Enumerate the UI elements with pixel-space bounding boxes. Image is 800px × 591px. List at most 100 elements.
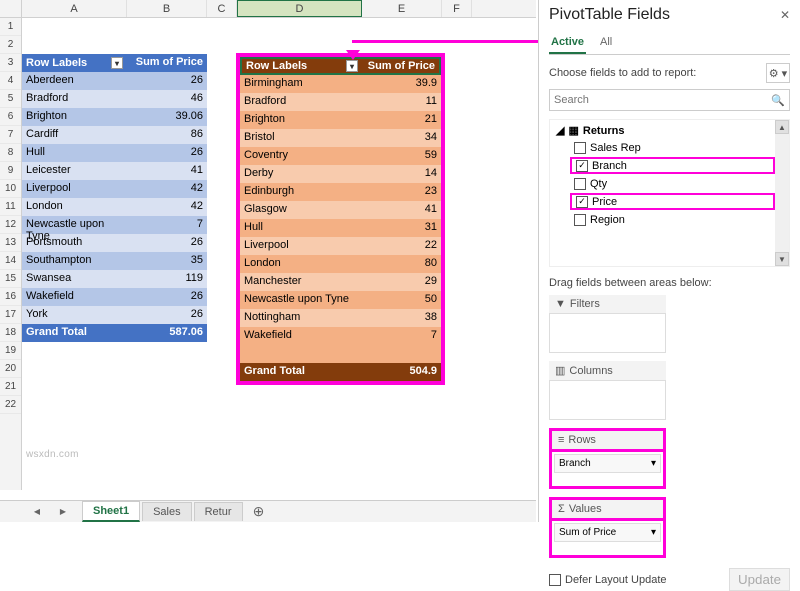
row-header[interactable]: 2 (0, 36, 21, 54)
field-item[interactable]: Region (552, 211, 787, 228)
table-row[interactable]: Liverpool42 (22, 180, 207, 198)
filter-dropdown-icon[interactable]: ▾ (111, 57, 123, 69)
tab-nav-prev-icon[interactable]: ◀ (30, 505, 44, 519)
tab-nav-next-icon[interactable]: ▶ (56, 505, 70, 519)
row-header[interactable]: 21 (0, 378, 21, 396)
col-header-b[interactable]: B (127, 0, 207, 17)
table-row[interactable]: Bradford11 (240, 93, 441, 111)
table-row[interactable]: Newcastle upon Tyne50 (240, 291, 441, 309)
row-header[interactable]: 17 (0, 306, 21, 324)
field-item[interactable]: Sales Rep (552, 139, 787, 156)
table-row[interactable]: Derby14 (240, 165, 441, 183)
row-header[interactable]: 10 (0, 180, 21, 198)
table-row[interactable]: York26 (22, 306, 207, 324)
table-row[interactable]: Nottingham38 (240, 309, 441, 327)
col-header-d[interactable]: D (237, 0, 362, 17)
defer-update-checkbox[interactable]: Defer Layout Update (549, 574, 667, 586)
table-row[interactable]: Liverpool22 (240, 237, 441, 255)
col-header-e[interactable]: E (362, 0, 442, 17)
col-header-a[interactable]: A (22, 0, 127, 17)
table-row[interactable]: Newcastle upon Tyne7 (22, 216, 207, 234)
sheet-tab-returns[interactable]: Retur (194, 502, 243, 521)
area-filters[interactable]: ▼Filters (549, 295, 666, 353)
area-values[interactable]: ΣValues Sum of Price▾ (549, 497, 666, 558)
field-item[interactable]: Price (570, 193, 775, 210)
table-row[interactable]: Bradford46 (22, 90, 207, 108)
row-header[interactable]: 16 (0, 288, 21, 306)
table-row[interactable]: Hull26 (22, 144, 207, 162)
table-row[interactable]: Cardiff86 (22, 126, 207, 144)
row-header[interactable]: 14 (0, 252, 21, 270)
table-row[interactable]: Hull31 (240, 219, 441, 237)
row-header[interactable]: 11 (0, 198, 21, 216)
area-rows[interactable]: ≡Rows Branch▾ (549, 428, 666, 489)
tab-all[interactable]: All (598, 32, 614, 54)
search-icon[interactable]: 🔍 (767, 90, 789, 110)
cells-canvas[interactable]: Row Labels▾ Sum of Price Aberdeen26Bradf… (22, 18, 536, 490)
search-input[interactable] (550, 90, 767, 110)
table-row[interactable]: Wakefield7 (240, 327, 441, 345)
close-icon[interactable]: ✕ (780, 8, 790, 22)
area-columns[interactable]: ▥Columns (549, 361, 666, 420)
search-field[interactable]: 🔍 (549, 89, 790, 111)
table-row[interactable]: Manchester29 (240, 273, 441, 291)
row-header[interactable]: 8 (0, 144, 21, 162)
table-row[interactable]: Leicester41 (22, 162, 207, 180)
row-header[interactable]: 9 (0, 162, 21, 180)
col-header-f[interactable]: F (442, 0, 472, 17)
table-row[interactable]: Edinburgh23 (240, 183, 441, 201)
filter-dropdown-icon[interactable]: ▾ (346, 60, 358, 72)
collapse-icon[interactable]: ◢ (556, 124, 564, 137)
row-header[interactable]: 18 (0, 324, 21, 342)
table-row[interactable]: Glasgow41 (240, 201, 441, 219)
table-row[interactable]: Brighton21 (240, 111, 441, 129)
table-row[interactable]: London42 (22, 198, 207, 216)
chevron-down-icon[interactable]: ▾ (651, 458, 656, 469)
checkbox[interactable] (574, 214, 586, 226)
select-all-corner[interactable] (0, 0, 22, 17)
table-row[interactable]: Bristol34 (240, 129, 441, 147)
table-row[interactable]: London80 (240, 255, 441, 273)
scroll-down-icon[interactable]: ▼ (775, 252, 789, 266)
table-row[interactable]: Portsmouth26 (22, 234, 207, 252)
row-header[interactable]: 1 (0, 18, 21, 36)
checkbox[interactable] (574, 142, 586, 154)
scroll-up-icon[interactable]: ▲ (775, 120, 789, 134)
row-header[interactable]: 13 (0, 234, 21, 252)
table-row[interactable]: Birmingham39.9 (240, 75, 441, 93)
add-sheet-icon[interactable]: ⊕ (249, 504, 269, 520)
row-header[interactable]: 3 (0, 54, 21, 72)
checkbox[interactable] (574, 178, 586, 190)
field-item[interactable]: Branch (570, 157, 775, 174)
table-row[interactable]: Wakefield26 (22, 288, 207, 306)
row-header[interactable]: 20 (0, 360, 21, 378)
row-header[interactable]: 5 (0, 90, 21, 108)
sheet-tab-active[interactable]: Sheet1 (82, 501, 140, 522)
table-row[interactable]: Coventry59 (240, 147, 441, 165)
values-item-sumprice[interactable]: Sum of Price▾ (554, 523, 661, 542)
row-header[interactable]: 4 (0, 72, 21, 90)
table-row[interactable]: Brighton39.06 (22, 108, 207, 126)
sheet-tab-sales[interactable]: Sales (142, 502, 192, 521)
table-row[interactable]: Swansea119 (22, 270, 207, 288)
tab-active[interactable]: Active (549, 32, 586, 54)
row-header[interactable]: 7 (0, 126, 21, 144)
field-item[interactable]: Qty (552, 175, 787, 192)
checkbox[interactable] (576, 196, 588, 208)
row-header[interactable]: 19 (0, 342, 21, 360)
table-row[interactable]: Southampton35 (22, 252, 207, 270)
table-row[interactable]: Aberdeen26 (22, 72, 207, 90)
rows-item-branch[interactable]: Branch▾ (554, 454, 661, 473)
row-header[interactable]: 22 (0, 396, 21, 414)
checkbox[interactable] (576, 160, 588, 172)
col-header-c[interactable]: C (207, 0, 237, 17)
pivot2-rowlabels: Row Labels (246, 60, 307, 72)
gear-icon[interactable]: ⚙ ▾ (766, 63, 790, 83)
row-header[interactable]: 6 (0, 108, 21, 126)
row-header[interactable]: 15 (0, 270, 21, 288)
scrollbar[interactable]: ▲▼ (775, 120, 789, 266)
row-header[interactable]: 12 (0, 216, 21, 234)
table-node-returns[interactable]: ◢ ▦ Returns (552, 122, 787, 139)
chevron-down-icon[interactable]: ▾ (651, 527, 656, 538)
update-button[interactable]: Update (729, 568, 790, 591)
